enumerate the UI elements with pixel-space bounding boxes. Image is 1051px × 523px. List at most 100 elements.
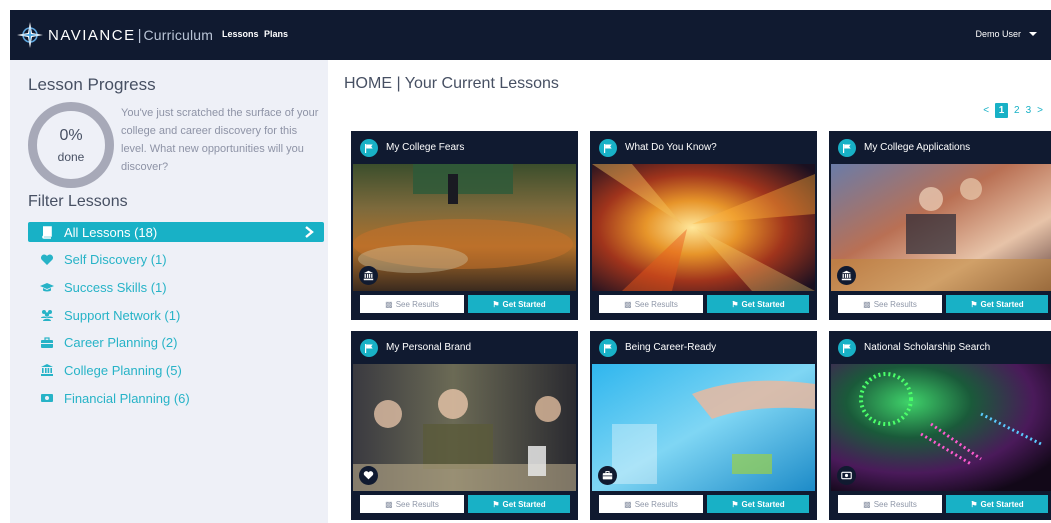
see-results-button[interactable]: ▩ See Results	[360, 495, 464, 513]
see-results-label: See Results	[873, 299, 917, 309]
lesson-card[interactable]: Being Career-Ready ▩ See Results ⚑ Get Sta…	[590, 331, 817, 520]
card-header: What Do You Know?	[590, 131, 817, 164]
briefcase-icon	[40, 336, 54, 350]
heart-icon	[40, 253, 54, 267]
chevron-right-icon	[305, 226, 314, 238]
flag-icon: ⚑	[970, 499, 978, 509]
university-icon	[40, 363, 54, 377]
card-title: What Do You Know?	[625, 142, 717, 153]
lesson-photo	[831, 364, 1051, 491]
card-title: National Scholarship Search	[864, 342, 991, 353]
top-navbar: NAVIANCE | Curriculum Lessons Plans Demo…	[10, 10, 1051, 60]
prev-page-button[interactable]: <	[983, 105, 989, 116]
sidebar: Lesson Progress 0% done You've just scra…	[10, 60, 328, 523]
filter-label: Support Network (1)	[64, 307, 181, 323]
lesson-photo	[353, 164, 576, 291]
flag-icon	[360, 138, 378, 157]
card-title: My College Applications	[864, 142, 971, 153]
flag-icon	[599, 138, 617, 157]
get-started-button[interactable]: ⚑ Get Started	[707, 495, 809, 513]
user-name: Demo User	[975, 29, 1021, 39]
get-started-button[interactable]: ⚑ Get Started	[468, 295, 570, 313]
naviance-logo[interactable]: NAVIANCE | Curriculum	[16, 22, 213, 48]
filter-label: College Planning (5)	[64, 362, 182, 378]
see-results-label: See Results	[634, 499, 678, 509]
page-1-button[interactable]: 1	[995, 103, 1009, 118]
brand-name: NAVIANCE	[48, 26, 136, 44]
bar-chart-icon: ▩	[863, 499, 871, 509]
filter-label: Self Discovery (1)	[64, 252, 167, 268]
see-results-button[interactable]: ▩ See Results	[599, 295, 703, 313]
card-actions: ▩ See Results ⚑ Get Started	[590, 491, 817, 520]
filter-list: All Lessons (18) Self Discovery (1) Succ…	[28, 222, 324, 416]
money-icon	[837, 466, 856, 485]
filter-lessons-heading: Filter Lessons	[28, 193, 128, 210]
card-header: My College Fears	[351, 131, 578, 164]
get-started-label: Get Started	[502, 499, 546, 509]
progress-description: You've just scratched the surface of you…	[121, 107, 319, 173]
flag-icon: ⚑	[731, 299, 739, 309]
lesson-card[interactable]: What Do You Know? ▩ See Results ⚑ Get Star…	[590, 131, 817, 320]
card-actions: ▩ See Results ⚑ Get Started	[829, 291, 1051, 320]
nav-link-plans[interactable]: Plans	[264, 29, 288, 39]
lesson-photo	[831, 164, 1051, 291]
page-title: HOME | Your Current Lessons	[344, 75, 559, 92]
filter-label: All Lessons (18)	[64, 224, 158, 240]
university-icon	[837, 266, 856, 285]
brand-subtitle: Curriculum	[143, 27, 214, 43]
see-results-button[interactable]: ▩ See Results	[838, 495, 942, 513]
flag-icon: ⚑	[731, 499, 739, 509]
lesson-card[interactable]: My College Applications ▩ See Results ⚑ Ge…	[829, 131, 1051, 320]
page-3-button[interactable]: 3	[1026, 105, 1032, 116]
see-results-button[interactable]: ▩ See Results	[360, 295, 464, 313]
filter-label: Career Planning (2)	[64, 335, 178, 351]
next-page-button[interactable]: >	[1037, 105, 1043, 116]
lesson-card[interactable]: My Personal Brand ▩ See Results ⚑ Get Star…	[351, 331, 578, 520]
filter-self-discovery[interactable]: Self Discovery (1)	[28, 250, 324, 270]
card-header: My College Applications	[829, 131, 1051, 164]
lesson-card[interactable]: My College Fears ▩ See Results ⚑ Get Start…	[351, 131, 578, 320]
flag-icon	[360, 338, 378, 357]
card-header: National Scholarship Search	[829, 331, 1051, 364]
user-menu[interactable]: Demo User	[975, 29, 1037, 39]
lesson-photo	[353, 364, 576, 491]
page-2-button[interactable]: 2	[1014, 105, 1020, 116]
flag-icon	[838, 338, 856, 357]
card-actions: ▩ See Results ⚑ Get Started	[590, 291, 817, 320]
see-results-button[interactable]: ▩ See Results	[838, 295, 942, 313]
progress-percent: 0%	[59, 127, 83, 144]
card-header: Being Career-Ready	[590, 331, 817, 364]
nav-link-lessons[interactable]: Lessons	[222, 29, 259, 39]
lesson-card[interactable]: National Scholarship Search ▩ See Results…	[829, 331, 1051, 520]
filter-financial-planning[interactable]: Financial Planning (6)	[28, 388, 324, 408]
get-started-button[interactable]: ⚑ Get Started	[946, 295, 1048, 313]
card-title: My College Fears	[386, 142, 465, 153]
card-title: My Personal Brand	[386, 342, 472, 353]
book-icon	[40, 225, 54, 239]
card-title: Being Career-Ready	[625, 342, 717, 353]
get-started-label: Get Started	[502, 299, 546, 309]
see-results-label: See Results	[395, 499, 439, 509]
bar-chart-icon: ▩	[863, 299, 871, 309]
get-started-label: Get Started	[980, 299, 1024, 309]
flag-icon	[599, 338, 617, 357]
get-started-button[interactable]: ⚑ Get Started	[946, 495, 1048, 513]
get-started-button[interactable]: ⚑ Get Started	[707, 295, 809, 313]
get-started-label: Get Started	[741, 299, 785, 309]
filter-success-skills[interactable]: Success Skills (1)	[28, 277, 324, 297]
money-icon	[40, 391, 54, 405]
get-started-label: Get Started	[980, 499, 1024, 509]
see-results-button[interactable]: ▩ See Results	[599, 495, 703, 513]
get-started-button[interactable]: ⚑ Get Started	[468, 495, 570, 513]
see-results-label: See Results	[395, 299, 439, 309]
filter-all-lessons[interactable]: All Lessons (18)	[28, 222, 324, 242]
heart-icon	[359, 466, 378, 485]
filter-college-planning[interactable]: College Planning (5)	[28, 360, 324, 380]
card-actions: ▩ See Results ⚑ Get Started	[351, 491, 578, 520]
pagination: < 1 2 3 >	[983, 103, 1043, 118]
filter-support-network[interactable]: Support Network (1)	[28, 305, 324, 325]
filter-career-planning[interactable]: Career Planning (2)	[28, 333, 324, 353]
card-header: My Personal Brand	[351, 331, 578, 364]
bar-chart-icon: ▩	[385, 299, 393, 309]
flag-icon: ⚑	[492, 499, 500, 509]
